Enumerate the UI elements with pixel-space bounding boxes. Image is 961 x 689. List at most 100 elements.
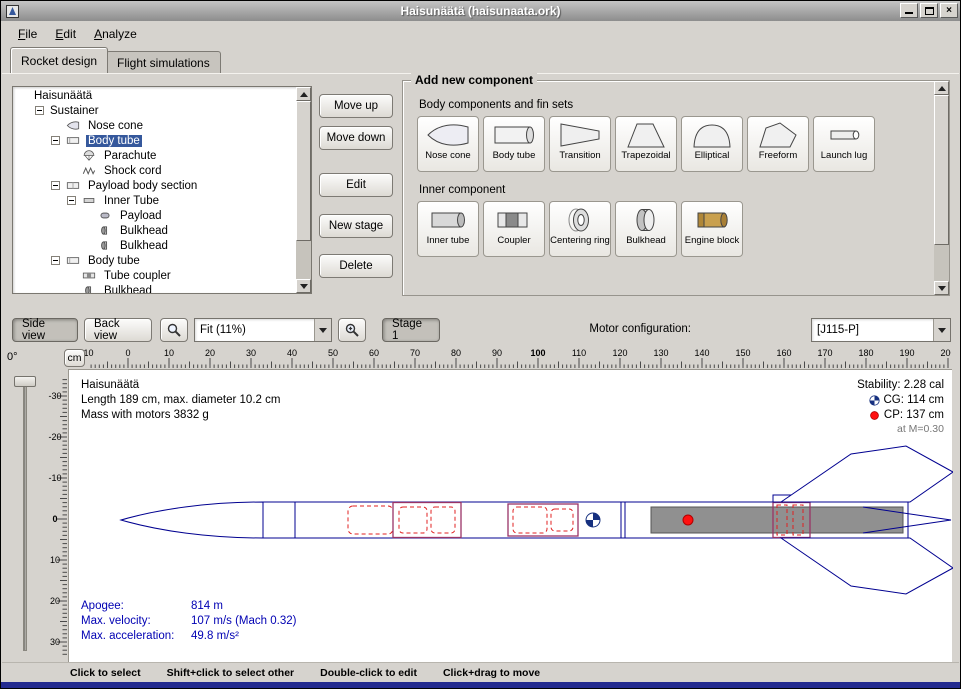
minimize-button[interactable]: [900, 3, 918, 18]
arrow-down-icon: [300, 284, 308, 289]
add-engine-block-button[interactable]: Engine block: [681, 201, 743, 257]
add-nose-cone-button[interactable]: Nose cone: [417, 116, 479, 172]
add-trapezoidal-button[interactable]: Trapezoidal: [615, 116, 677, 172]
fin-upper-shape: [781, 446, 953, 502]
zoom-in-button[interactable]: [338, 318, 366, 342]
cg-icon: [869, 395, 880, 406]
add-launch-lug-button[interactable]: Launch lug: [813, 116, 875, 172]
view-toolbar: Side view Back view Fit (11%) Stage 1 Mo…: [2, 313, 959, 347]
zoom-out-button[interactable]: [160, 318, 188, 342]
cp-marker: [683, 515, 693, 525]
rocket-info-block: Haisunäätä Length 189 cm, max. diameter …: [81, 378, 280, 422]
tree-item-body-tube[interactable]: Body tube: [13, 133, 296, 148]
menu-edit[interactable]: Edit: [47, 25, 84, 43]
tree-item-label: Tube coupler: [102, 270, 173, 282]
palette-item-label: Freeform: [759, 151, 798, 161]
side-view-button[interactable]: Side view: [12, 318, 78, 342]
stage-1-toggle[interactable]: Stage 1: [382, 318, 440, 342]
new-stage-button[interactable]: New stage: [319, 214, 393, 238]
app-window: Haisunäätä (haisunaata.ork) × File Edit …: [0, 0, 961, 689]
tree-collapse-icon[interactable]: [35, 106, 44, 115]
add-transition-button[interactable]: Transition: [549, 116, 611, 172]
tree-item-label: Bulkhead: [118, 240, 170, 252]
scrollbar-thumb[interactable]: [296, 101, 311, 241]
taskbar-edge: [1, 682, 960, 689]
tree-item-body-tube[interactable]: Body tube: [13, 253, 296, 268]
scrollbar-thumb[interactable]: [934, 95, 949, 245]
tree-item-sustainer[interactable]: Sustainer: [13, 103, 296, 118]
add-body-tube-button[interactable]: Body tube: [483, 116, 545, 172]
tree-item-payload-body-section[interactable]: Payload body section: [13, 178, 296, 193]
tree-item-tube-coupler[interactable]: Tube coupler: [13, 268, 296, 283]
tree-collapse-icon[interactable]: [51, 181, 60, 190]
svg-text:70: 70: [410, 348, 420, 358]
tree-item-haisun-t-[interactable]: Haisunäätä: [13, 88, 296, 103]
add-bulkhead-button[interactable]: Bulkhead: [615, 201, 677, 257]
palette-item-label: Trapezoidal: [621, 151, 670, 161]
arrow-down-icon: [938, 286, 946, 291]
bulkhead-icon: [96, 224, 114, 237]
add-centering-ring-button[interactable]: Centering ring: [549, 201, 611, 257]
stability-value: Stability: 2.28 cal: [857, 378, 944, 393]
svg-text:100: 100: [530, 348, 545, 358]
rotation-slider-track[interactable]: [23, 379, 27, 651]
combo-arrow-button[interactable]: [314, 319, 331, 341]
scroll-down-button[interactable]: [934, 281, 949, 295]
svg-text:10: 10: [164, 348, 174, 358]
hint-double-click: Double-click to edit: [320, 667, 417, 679]
payload-icon: [96, 209, 114, 222]
edit-button[interactable]: Edit: [319, 173, 393, 197]
add-elliptical-button[interactable]: Elliptical: [681, 116, 743, 172]
move-down-button[interactable]: Move down: [319, 126, 393, 150]
rotation-slider-handle[interactable]: [14, 376, 36, 387]
scroll-up-button[interactable]: [296, 87, 311, 101]
tree-collapse-icon[interactable]: [51, 136, 60, 145]
tree-item-inner-tube[interactable]: Inner Tube: [13, 193, 296, 208]
add-coupler-button[interactable]: Coupler: [483, 201, 545, 257]
combo-arrow-button[interactable]: [933, 319, 950, 341]
bulkhead-icon: [624, 205, 668, 235]
titlebar[interactable]: Haisunäätä (haisunaata.ork) ×: [1, 1, 960, 21]
scroll-up-button[interactable]: [934, 81, 949, 95]
maximize-button[interactable]: [920, 3, 938, 18]
palette-scrollbar[interactable]: [934, 81, 949, 295]
section-icon: [64, 179, 82, 192]
unit-button[interactable]: cm: [64, 349, 85, 367]
tab-flight-simulations[interactable]: Flight simulations: [106, 51, 221, 73]
add-inner-tube-button[interactable]: Inner tube: [417, 201, 479, 257]
svg-text:130: 130: [653, 348, 668, 358]
tree-item-parachute[interactable]: Parachute: [13, 148, 296, 163]
tree-item-shock-cord[interactable]: Shock cord: [13, 163, 296, 178]
trapezoidal-icon: [624, 120, 668, 150]
palette-item-label: Coupler: [497, 236, 530, 246]
close-button[interactable]: ×: [940, 3, 958, 18]
tree-collapse-icon[interactable]: [51, 256, 60, 265]
add-freeform-button[interactable]: Freeform: [747, 116, 809, 172]
tree-item-label: Nose cone: [86, 120, 145, 132]
palette-item-label: Engine block: [685, 236, 739, 246]
tree-item-bulkhead[interactable]: Bulkhead: [13, 283, 296, 294]
move-up-button[interactable]: Move up: [319, 94, 393, 118]
tree-item-payload[interactable]: Payload: [13, 208, 296, 223]
tree-item-bulkhead[interactable]: Bulkhead: [13, 223, 296, 238]
scrollbar-track[interactable]: [296, 101, 311, 279]
zoom-fit-combobox[interactable]: Fit (11%): [194, 318, 332, 342]
scroll-down-button[interactable]: [296, 279, 311, 293]
tree-collapse-icon[interactable]: [67, 196, 76, 205]
tree-item-nose-cone[interactable]: Nose cone: [13, 118, 296, 133]
palette-item-label: Nose cone: [425, 151, 470, 161]
shockcord-icon: [80, 164, 98, 177]
mach-note: at M=0.30: [897, 423, 944, 437]
motor-configuration-combobox[interactable]: [J115-P]: [811, 318, 951, 342]
back-view-button[interactable]: Back view: [84, 318, 152, 342]
design-canvas[interactable]: Haisunäätä Length 189 cm, max. diameter …: [68, 369, 952, 662]
tree-scrollbar[interactable]: [296, 87, 311, 293]
tab-rocket-design[interactable]: Rocket design: [10, 47, 108, 73]
arrow-up-icon: [300, 92, 308, 97]
tree-item-bulkhead[interactable]: Bulkhead: [13, 238, 296, 253]
menu-analyze[interactable]: Analyze: [86, 25, 145, 43]
scrollbar-track[interactable]: [934, 95, 949, 281]
svg-text:110: 110: [572, 348, 586, 358]
delete-button[interactable]: Delete: [319, 254, 393, 278]
menu-file[interactable]: File: [10, 25, 45, 43]
